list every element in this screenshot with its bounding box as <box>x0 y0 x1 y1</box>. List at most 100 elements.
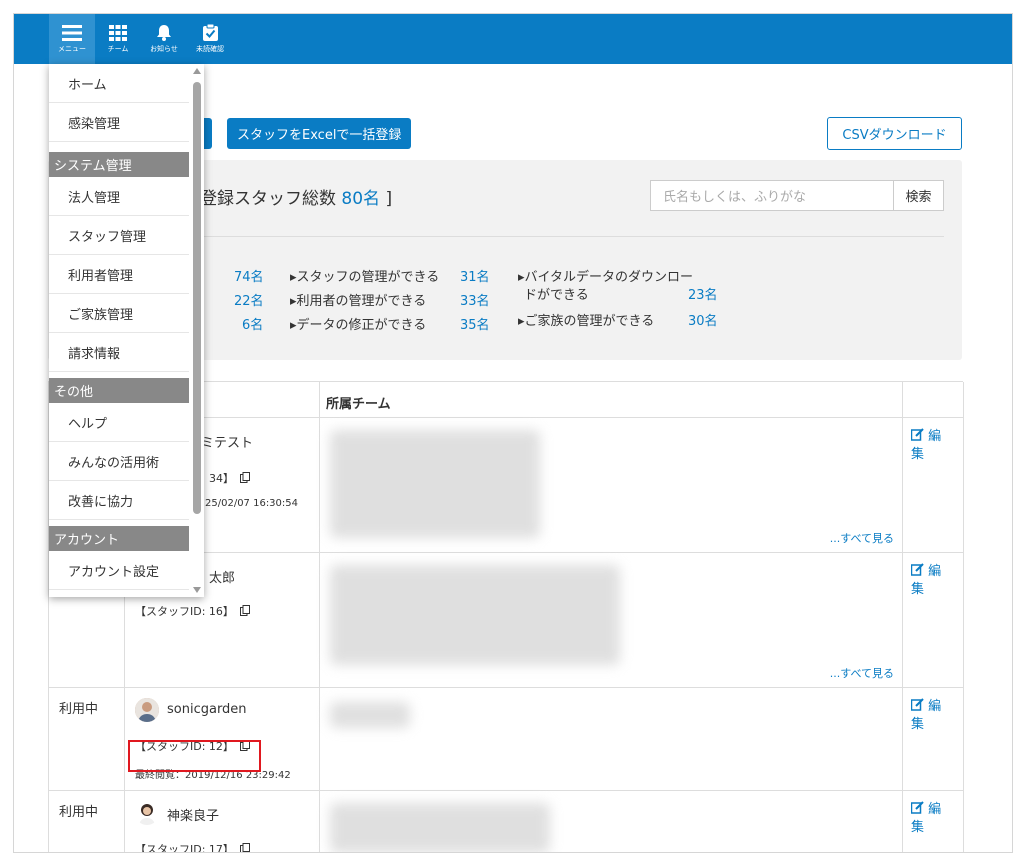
menu-item-infection[interactable]: 感染管理 <box>49 103 189 142</box>
menu-item-label: 改善に協力 <box>68 494 134 510</box>
perm-data-label: ▸データの修正ができる <box>290 318 427 333</box>
staff-total-count: 80名 <box>341 189 381 209</box>
edit-icon <box>910 801 924 814</box>
top-bar: メニュー チーム お知らせ 未読確認 <box>14 14 1012 64</box>
see-all-link[interactable]: ...すべて見る <box>830 530 894 546</box>
main-menu-dropdown: ホーム 感染管理 システム管理 法人管理 スタッフ管理 利用者管理 ご家族管理 … <box>49 64 204 597</box>
staff-name[interactable]: sonicgarden <box>167 702 247 717</box>
menu-item-label: 法人管理 <box>68 190 121 206</box>
menu-item-billing[interactable]: 請求情報 <box>49 333 189 372</box>
staff-name[interactable]: ミテスト <box>201 432 253 451</box>
staff-total-title: 登録スタッフ総数 80名 ] <box>200 184 392 209</box>
copy-icon[interactable] <box>239 605 250 619</box>
menu-item-family[interactable]: ご家族管理 <box>49 294 189 333</box>
staff-id-text: 【スタッフID: 17】 <box>135 843 234 853</box>
blurred-team-content <box>330 430 540 538</box>
menu-item-label: ヘルプ <box>68 416 108 432</box>
search-button[interactable]: 検索 <box>894 180 944 211</box>
search-placeholder: 氏名もしくは、ふりがな <box>663 190 807 205</box>
team-cell: ...すべて見る <box>320 553 903 687</box>
menu-item-account-settings[interactable]: アカウント設定 <box>49 551 189 590</box>
blurred-team-content <box>330 803 550 852</box>
team-button[interactable]: チーム <box>95 14 141 64</box>
status-text: 利用中 <box>59 805 99 820</box>
staff-name[interactable]: 太郎 <box>209 567 235 586</box>
menu-item-label: 利用者管理 <box>68 268 134 284</box>
edit-icon <box>910 698 924 711</box>
scroll-down-arrow-icon[interactable] <box>193 587 201 593</box>
menu-item-label: みんなの活用術 <box>68 455 160 471</box>
staff-id: 34】 <box>209 470 250 486</box>
bell-icon <box>157 25 171 41</box>
menu-item-label: 請求情報 <box>68 346 121 362</box>
count-2: 22名 <box>234 294 264 309</box>
unconfirmed-button[interactable]: 未読確認 <box>187 14 233 64</box>
menu-section-label: システム管理 <box>54 159 132 174</box>
edit-button[interactable]: 編集 <box>910 428 951 464</box>
summary-divider <box>198 236 944 237</box>
edit-cell: 編集 <box>903 791 964 852</box>
menu-item-users[interactable]: 利用者管理 <box>49 255 189 294</box>
staff-id-highlight <box>128 740 261 772</box>
menu-item-feedback[interactable]: 改善に協力 <box>49 481 189 520</box>
menu-section-other: その他 <box>49 378 189 403</box>
header-team: 所属チーム <box>320 382 903 418</box>
menu-section-label: その他 <box>54 385 94 400</box>
search-button-label: 検索 <box>905 190 932 205</box>
excel-register-label: スタッフをExcelで一括登録 <box>237 128 402 143</box>
menu-item-tips[interactable]: みんなの活用術 <box>49 442 189 481</box>
status-cell: 利用中 <box>49 688 125 790</box>
copy-icon[interactable] <box>240 472 250 486</box>
hamburger-icon <box>62 24 82 41</box>
menu-item-label: ホーム <box>68 77 107 93</box>
edit-button[interactable]: 編集 <box>910 698 951 734</box>
staff-total-prefix: 登録スタッフ総数 <box>200 189 342 209</box>
notice-button[interactable]: お知らせ <box>141 14 187 64</box>
csv-download-label: CSVダウンロード <box>842 128 947 143</box>
menu-scroll-thumb[interactable] <box>193 82 201 514</box>
search-input[interactable]: 氏名もしくは、ふりがな <box>650 180 894 211</box>
edit-button[interactable]: 編集 <box>910 563 951 599</box>
count-1: 74名 <box>234 270 264 285</box>
menu-item-label: アカウント設定 <box>68 564 160 580</box>
perm-user-count: 33名 <box>460 294 490 309</box>
last-view: 25/02/07 16:30:54 <box>205 498 299 509</box>
menu-item-home[interactable]: ホーム <box>49 64 189 103</box>
perm-staff-label: ▸スタッフの管理ができる <box>290 270 440 285</box>
edit-cell: 編集 <box>903 688 964 790</box>
scroll-up-arrow-icon[interactable] <box>193 68 201 74</box>
team-cell: ...すべて見る <box>320 418 903 552</box>
menu-item-staff[interactable]: スタッフ管理 <box>49 216 189 255</box>
menu-button[interactable]: メニュー <box>49 14 95 64</box>
menu-item-label: 感染管理 <box>68 116 121 132</box>
perm-vital-label-2: ドができる <box>524 288 589 303</box>
perm-staff-count: 31名 <box>460 270 490 285</box>
edit-cell: 編集 <box>903 418 964 552</box>
perm-vital-count: 23名 <box>688 288 718 303</box>
app-frame: メニュー チーム お知らせ 未読確認 録 スタッフをExcelで一括登録 CSV… <box>13 13 1013 853</box>
menu-item-corporation[interactable]: 法人管理 <box>49 177 189 216</box>
menu-item-label: スタッフ管理 <box>68 229 147 245</box>
header-team-label: 所属チーム <box>326 397 391 412</box>
menu-button-label: メニュー <box>58 44 86 53</box>
blurred-team-content <box>330 565 620 665</box>
perm-family-count: 30名 <box>688 314 718 329</box>
avatar <box>135 698 159 722</box>
staff-id: 【スタッフID: 16】 <box>135 603 250 619</box>
edit-icon <box>910 428 924 441</box>
menu-item-label: ご家族管理 <box>68 307 134 323</box>
status-cell: 利用中 <box>49 791 125 852</box>
grid-icon <box>109 24 127 41</box>
edit-icon <box>910 563 924 576</box>
perm-user-label: ▸利用者の管理ができる <box>290 294 427 309</box>
copy-icon[interactable] <box>239 843 250 852</box>
blurred-team-content <box>330 702 410 728</box>
staff-name[interactable]: 神楽良子 <box>167 805 219 824</box>
csv-download-button[interactable]: CSVダウンロード <box>827 117 962 150</box>
see-all-link[interactable]: ...すべて見る <box>830 665 894 681</box>
excel-register-button[interactable]: スタッフをExcelで一括登録 <box>227 118 412 149</box>
edit-button[interactable]: 編集 <box>910 801 951 837</box>
menu-section-label: アカウント <box>54 533 120 548</box>
menu-item-help[interactable]: ヘルプ <box>49 403 189 442</box>
name-cell: 神楽良子 【スタッフID: 17】 <box>125 791 320 853</box>
